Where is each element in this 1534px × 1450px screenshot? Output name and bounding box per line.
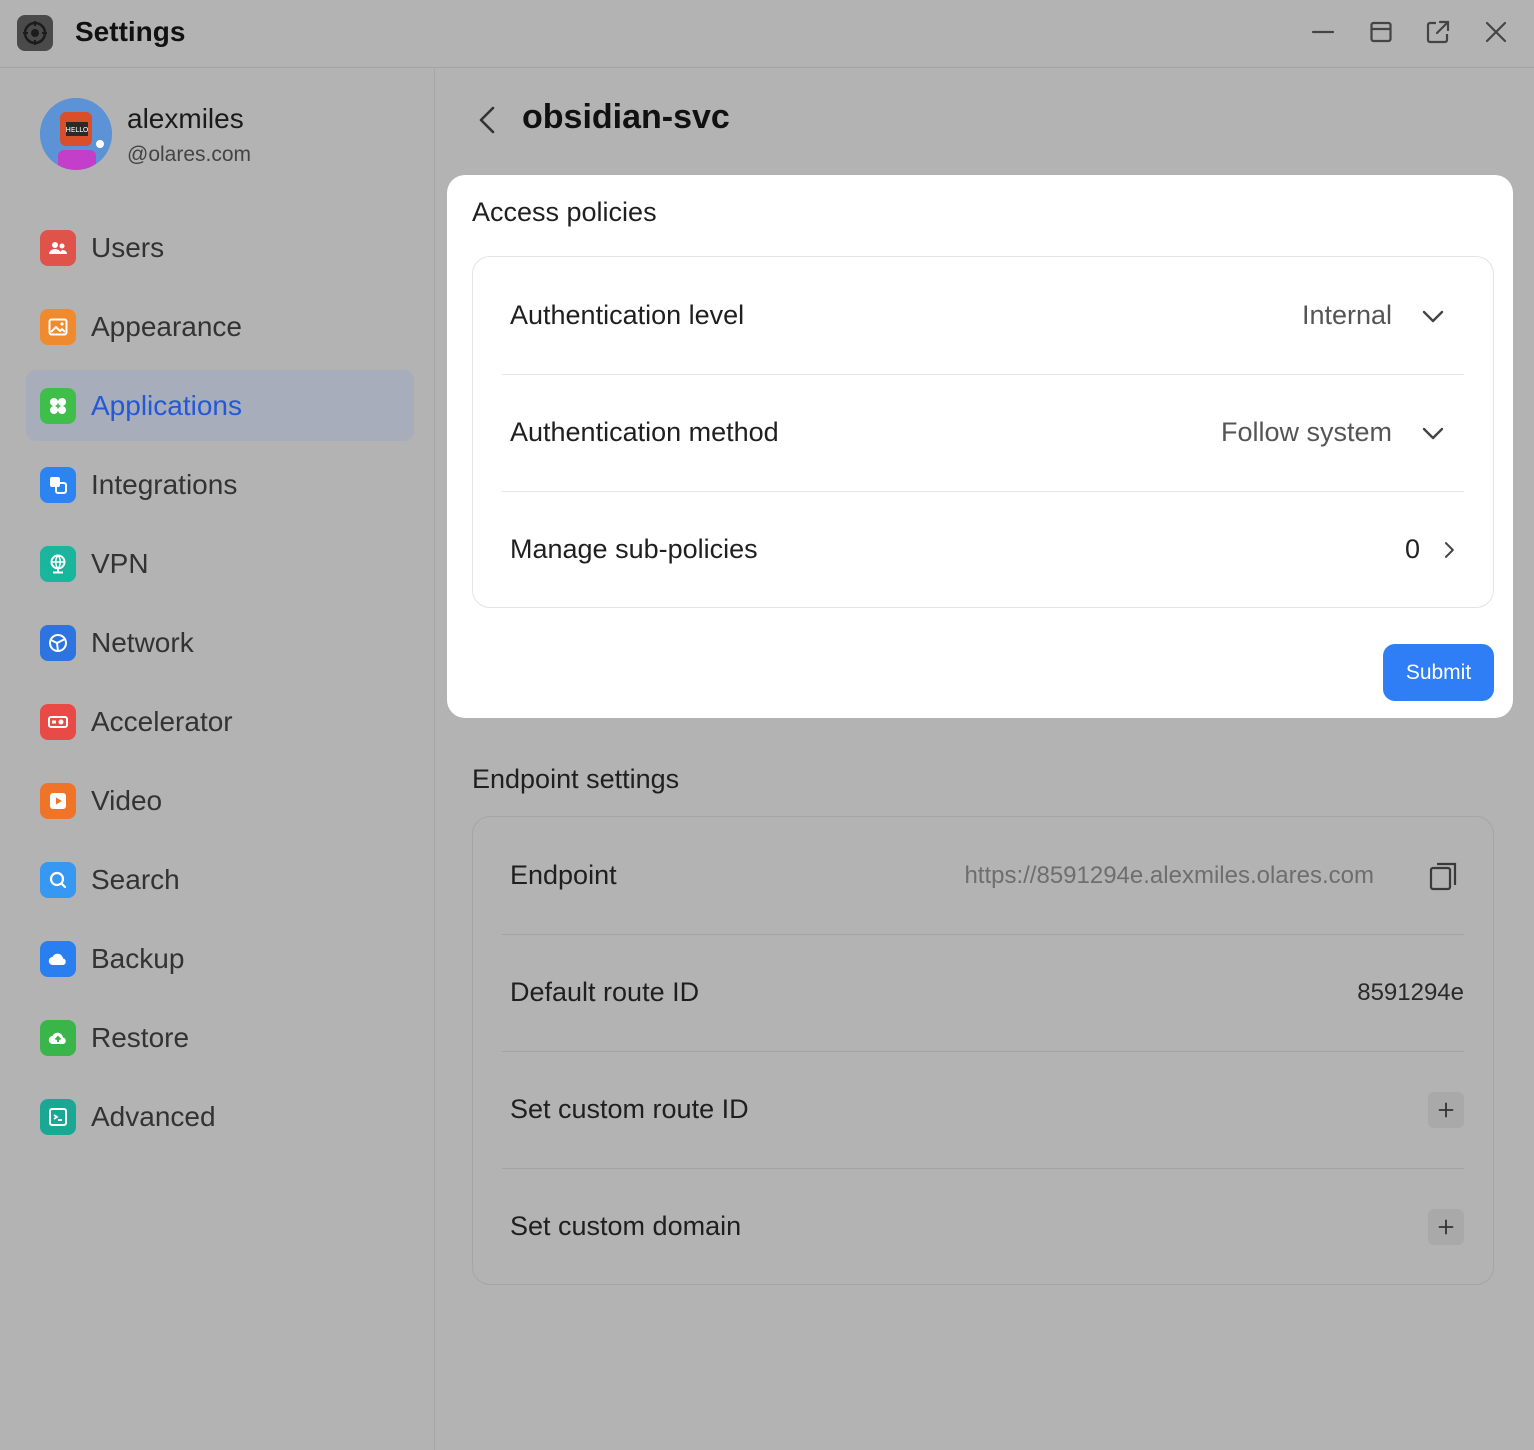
- auth-method-label: Authentication method: [510, 417, 779, 447]
- squares-icon: [40, 466, 76, 503]
- custom-domain-label: Set custom domain: [510, 1211, 742, 1241]
- custom-domain-row: Set custom domain: [502, 1168, 1464, 1285]
- users-icon: [40, 229, 76, 266]
- globe-icon: [40, 545, 76, 582]
- sidebar-item-label: Applications: [91, 389, 242, 421]
- back-button[interactable]: [470, 100, 504, 140]
- minimize-button[interactable]: [1303, 14, 1343, 50]
- sidebar-nav: Users Appearance Applications Integratio…: [26, 212, 414, 1160]
- sidebar-item-video[interactable]: Video: [26, 765, 414, 836]
- sidebar-item-advanced[interactable]: Advanced: [26, 1081, 414, 1152]
- default-route-value: 8591294e: [1357, 978, 1464, 1006]
- avatar[interactable]: HELLO: [40, 98, 112, 170]
- gear-icon: [23, 21, 47, 45]
- chevron-right-icon[interactable]: [1434, 535, 1464, 565]
- sidebar-item-label: Advanced: [91, 1100, 216, 1132]
- sidebar-item-network[interactable]: Network: [26, 607, 414, 678]
- sidebar-item-backup[interactable]: Backup: [26, 923, 414, 994]
- image-icon: [40, 308, 76, 345]
- cloud-upload-icon: [40, 1019, 76, 1056]
- endpoint-settings-card: Endpoint https://8591294e.alexmiles.olar…: [472, 816, 1494, 1285]
- sidebar-item-label: VPN: [91, 547, 149, 579]
- play-icon: [40, 782, 76, 819]
- username: alexmiles: [127, 103, 244, 134]
- cloud-icon: [40, 940, 76, 977]
- sidebar-item-users[interactable]: Users: [26, 212, 414, 283]
- sidebar-item-label: Network: [91, 626, 194, 658]
- sidebar-item-accelerator[interactable]: Accelerator: [26, 686, 414, 757]
- settings-app-icon: [17, 15, 53, 51]
- auth-level-label: Authentication level: [510, 300, 745, 330]
- access-policies-title: Access policies: [472, 197, 657, 227]
- custom-route-label: Set custom route ID: [510, 1094, 749, 1124]
- auth-method-value[interactable]: Follow system: [1221, 417, 1392, 448]
- terminal-icon: [40, 1098, 76, 1135]
- maximize-icon: [1370, 21, 1392, 43]
- sidebar-item-integrations[interactable]: Integrations: [26, 449, 414, 520]
- endpoint-settings-title: Endpoint settings: [472, 764, 680, 794]
- maximize-button[interactable]: [1361, 14, 1401, 50]
- sidebar-item-restore[interactable]: Restore: [26, 1002, 414, 1073]
- endpoint-label: Endpoint: [510, 860, 617, 890]
- plus-icon: [1438, 1219, 1454, 1234]
- add-custom-domain-button[interactable]: [1428, 1208, 1464, 1245]
- sidebar-item-label: Users: [91, 231, 165, 263]
- user-domain: @olares.com: [127, 143, 252, 166]
- sidebar-item-label: Integrations: [91, 468, 238, 500]
- sub-policies-label: Manage sub-policies: [510, 534, 758, 564]
- auth-level-value[interactable]: Internal: [1302, 300, 1392, 331]
- access-policies-panel: Access policies Authentication level Int…: [447, 175, 1513, 718]
- popout-icon: [1426, 20, 1450, 44]
- endpoint-row: Endpoint https://8591294e.alexmiles.olar…: [502, 817, 1464, 934]
- clover-icon: [40, 387, 76, 424]
- chevron-down-icon[interactable]: [1418, 301, 1448, 331]
- copy-icon[interactable]: [1424, 856, 1464, 896]
- chevron-down-icon[interactable]: [1418, 418, 1448, 448]
- auth-method-row[interactable]: Authentication method Follow system: [502, 374, 1464, 491]
- close-button[interactable]: [1476, 14, 1516, 50]
- chevron-left-icon: [479, 106, 495, 134]
- auth-level-row[interactable]: Authentication level Internal: [502, 257, 1464, 374]
- avatar-image: HELLO: [40, 98, 112, 170]
- add-custom-route-button[interactable]: [1428, 1091, 1464, 1128]
- page-title: obsidian-svc: [522, 98, 730, 136]
- sidebar-item-applications[interactable]: Applications: [26, 370, 414, 441]
- sub-policies-count: 0: [1404, 534, 1420, 564]
- search-icon: [40, 861, 76, 898]
- svg-text:HELLO: HELLO: [66, 126, 89, 134]
- sidebar-item-label: Video: [91, 784, 163, 816]
- window-title: Settings: [75, 16, 186, 47]
- submit-button[interactable]: Submit: [1383, 644, 1494, 701]
- default-route-row: Default route ID 8591294e: [502, 934, 1464, 1051]
- popout-button[interactable]: [1418, 14, 1458, 50]
- sidebar-item-label: Backup: [91, 942, 185, 974]
- sidebar: HELLO alexmiles @olares.com Users Appear…: [0, 69, 435, 1450]
- sidebar-item-label: Appearance: [91, 310, 243, 342]
- sidebar-item-search[interactable]: Search: [26, 844, 414, 915]
- title-bar: Settings: [0, 0, 1534, 68]
- gpu-icon: [40, 703, 76, 740]
- plus-icon: [1438, 1102, 1454, 1117]
- access-policies-card: Authentication level Internal Authentica…: [472, 256, 1494, 608]
- minimize-icon: [1311, 30, 1335, 34]
- sub-policies-row[interactable]: Manage sub-policies 0: [502, 491, 1464, 608]
- sidebar-item-label: Restore: [91, 1021, 190, 1053]
- custom-route-row: Set custom route ID: [502, 1051, 1464, 1168]
- default-route-label: Default route ID: [510, 977, 700, 1007]
- sidebar-item-label: Search: [91, 863, 180, 895]
- sidebar-item-label: Accelerator: [91, 705, 233, 737]
- network-icon: [40, 624, 76, 661]
- endpoint-url[interactable]: https://8591294e.alexmiles.olares.com: [964, 862, 1374, 890]
- sidebar-item-vpn[interactable]: VPN: [26, 528, 414, 599]
- close-icon: [1485, 21, 1507, 43]
- sidebar-item-appearance[interactable]: Appearance: [26, 291, 414, 362]
